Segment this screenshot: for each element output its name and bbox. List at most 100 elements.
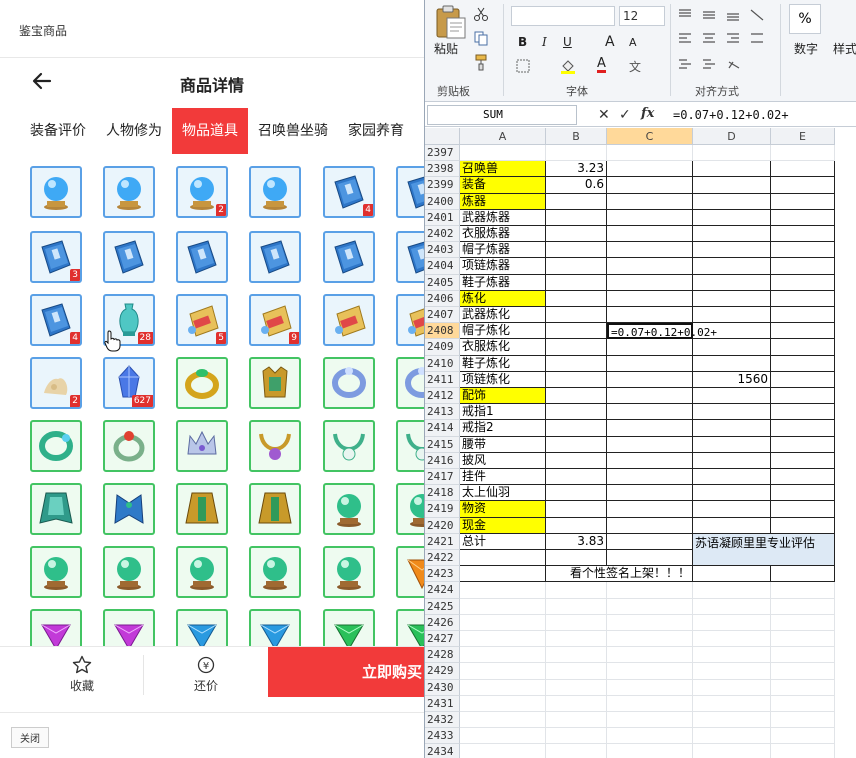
cell-d2417[interactable] [693, 469, 771, 486]
phonetic-icon[interactable]: 文 [627, 58, 645, 74]
cell-a2408[interactable]: 帽子炼化 [460, 323, 546, 340]
cell-b2403[interactable] [546, 242, 607, 259]
row-header[interactable]: 2417 [425, 469, 460, 486]
cell-e2430[interactable] [771, 679, 835, 696]
grid-item[interactable]: 2 [30, 357, 82, 409]
cell-e2400[interactable] [771, 193, 835, 210]
cell-d2403[interactable] [693, 242, 771, 259]
cell-b2405[interactable] [546, 274, 607, 291]
cell-c2422[interactable] [607, 550, 693, 567]
cell-a2417[interactable]: 挂件 [460, 469, 546, 486]
cut-icon[interactable] [473, 6, 489, 22]
cell-b2415[interactable] [546, 436, 607, 453]
cell-b2423[interactable]: 看个性签名上架！！！ [546, 566, 693, 583]
cell-d2398[interactable] [693, 161, 771, 178]
cell-e2399[interactable] [771, 177, 835, 194]
row-header[interactable]: 2411 [425, 371, 460, 388]
percent-button[interactable]: % [789, 4, 821, 34]
grid-item[interactable] [249, 546, 301, 598]
grid-item[interactable]: 5 [176, 294, 228, 346]
cell-c2404[interactable] [607, 258, 693, 275]
cell-e2416[interactable] [771, 452, 835, 469]
cell-a2398[interactable]: 召唤兽 [460, 161, 546, 178]
cell-a2416[interactable]: 披风 [460, 452, 546, 469]
cell-e2401[interactable] [771, 209, 835, 226]
cell-e2432[interactable] [771, 712, 835, 729]
grid-item[interactable]: 627 [103, 357, 155, 409]
bold-button[interactable]: B [518, 35, 527, 49]
row-header[interactable]: 2415 [425, 436, 460, 453]
row-header[interactable]: 2427 [425, 631, 460, 648]
grid-item[interactable]: 9 [249, 294, 301, 346]
cell-c2416[interactable] [607, 452, 693, 469]
cell-b2421[interactable]: 3.83 [546, 533, 607, 550]
cancel-formula-icon[interactable]: ✕ [598, 107, 610, 123]
cell-a2425[interactable] [460, 598, 546, 615]
column-header[interactable]: B [546, 128, 607, 145]
cell-a2400[interactable]: 炼器 [460, 193, 546, 210]
grid-item[interactable]: 2 [176, 166, 228, 218]
row-header[interactable]: 2406 [425, 290, 460, 307]
cell-b2420[interactable] [546, 517, 607, 534]
grid-item[interactable] [30, 483, 82, 535]
cell-a2415[interactable]: 腰带 [460, 436, 546, 453]
cell-d2424[interactable] [693, 582, 771, 599]
cell-c2427[interactable] [607, 631, 693, 648]
close-button[interactable]: 关闭 [11, 727, 49, 748]
cell-c2398[interactable] [607, 161, 693, 178]
cell-b2398[interactable]: 3.23 [546, 161, 607, 178]
grid-item[interactable] [249, 166, 301, 218]
cell-a2399[interactable]: 装备 [460, 177, 546, 194]
grid-item[interactable] [396, 420, 424, 472]
row-header[interactable]: 2405 [425, 274, 460, 291]
bargain-button[interactable]: ¥ 还价 [164, 647, 248, 701]
cell-c2407[interactable] [607, 307, 693, 324]
grid-item[interactable] [103, 546, 155, 598]
cell-e2425[interactable] [771, 598, 835, 615]
cell-d2433[interactable] [693, 728, 771, 745]
cell-a2432[interactable] [460, 712, 546, 729]
cell-b2400[interactable] [546, 193, 607, 210]
row-header[interactable]: 2425 [425, 598, 460, 615]
italic-button[interactable]: I [542, 35, 547, 49]
row-header[interactable]: 2434 [425, 744, 460, 758]
cell-a2430[interactable] [460, 679, 546, 696]
cell-b2428[interactable] [546, 647, 607, 664]
worksheet-grid[interactable]: A B C D E 2397 2398 召唤兽 3.23 2399 装备 0.6 2400 炼器 2401 武… [425, 128, 856, 758]
cell-a2423[interactable] [460, 566, 546, 583]
cell-d2409[interactable] [693, 339, 771, 356]
cell-a2410[interactable]: 鞋子炼化 [460, 355, 546, 372]
cell-b2425[interactable] [546, 598, 607, 615]
cell-c2418[interactable] [607, 485, 693, 502]
cell-e2429[interactable] [771, 663, 835, 680]
insert-function-icon[interactable]: fx [641, 106, 654, 121]
row-header[interactable]: 2404 [425, 258, 460, 275]
grid-item[interactable] [249, 420, 301, 472]
cell-e2397[interactable] [771, 145, 835, 162]
grow-font-button[interactable]: A [605, 34, 615, 50]
cell-c2403[interactable] [607, 242, 693, 259]
cell-e2409[interactable] [771, 339, 835, 356]
row-header[interactable]: 2402 [425, 226, 460, 243]
copy-icon[interactable] [473, 30, 493, 46]
cell-e2403[interactable] [771, 242, 835, 259]
font-size-select[interactable]: 12 [619, 6, 665, 26]
cell-d2419[interactable] [693, 501, 771, 518]
grid-item[interactable] [396, 483, 424, 535]
favorite-button[interactable]: 收藏 [40, 647, 124, 701]
tab-2[interactable]: 物品道具 [172, 108, 248, 154]
cell-d2405[interactable] [693, 274, 771, 291]
cell-b2414[interactable] [546, 420, 607, 437]
cell-a2427[interactable] [460, 631, 546, 648]
grid-item[interactable] [30, 166, 82, 218]
fill-color-icon[interactable] [559, 58, 577, 74]
select-all-corner[interactable] [425, 128, 460, 145]
cell-c2429[interactable] [607, 663, 693, 680]
cell-c2399[interactable] [607, 177, 693, 194]
cell-d2426[interactable] [693, 614, 771, 631]
column-header[interactable]: E [771, 128, 835, 145]
grid-item[interactable] [103, 420, 155, 472]
cell-e2417[interactable] [771, 469, 835, 486]
cell-c2428[interactable] [607, 647, 693, 664]
cell-d2423[interactable] [693, 566, 771, 583]
